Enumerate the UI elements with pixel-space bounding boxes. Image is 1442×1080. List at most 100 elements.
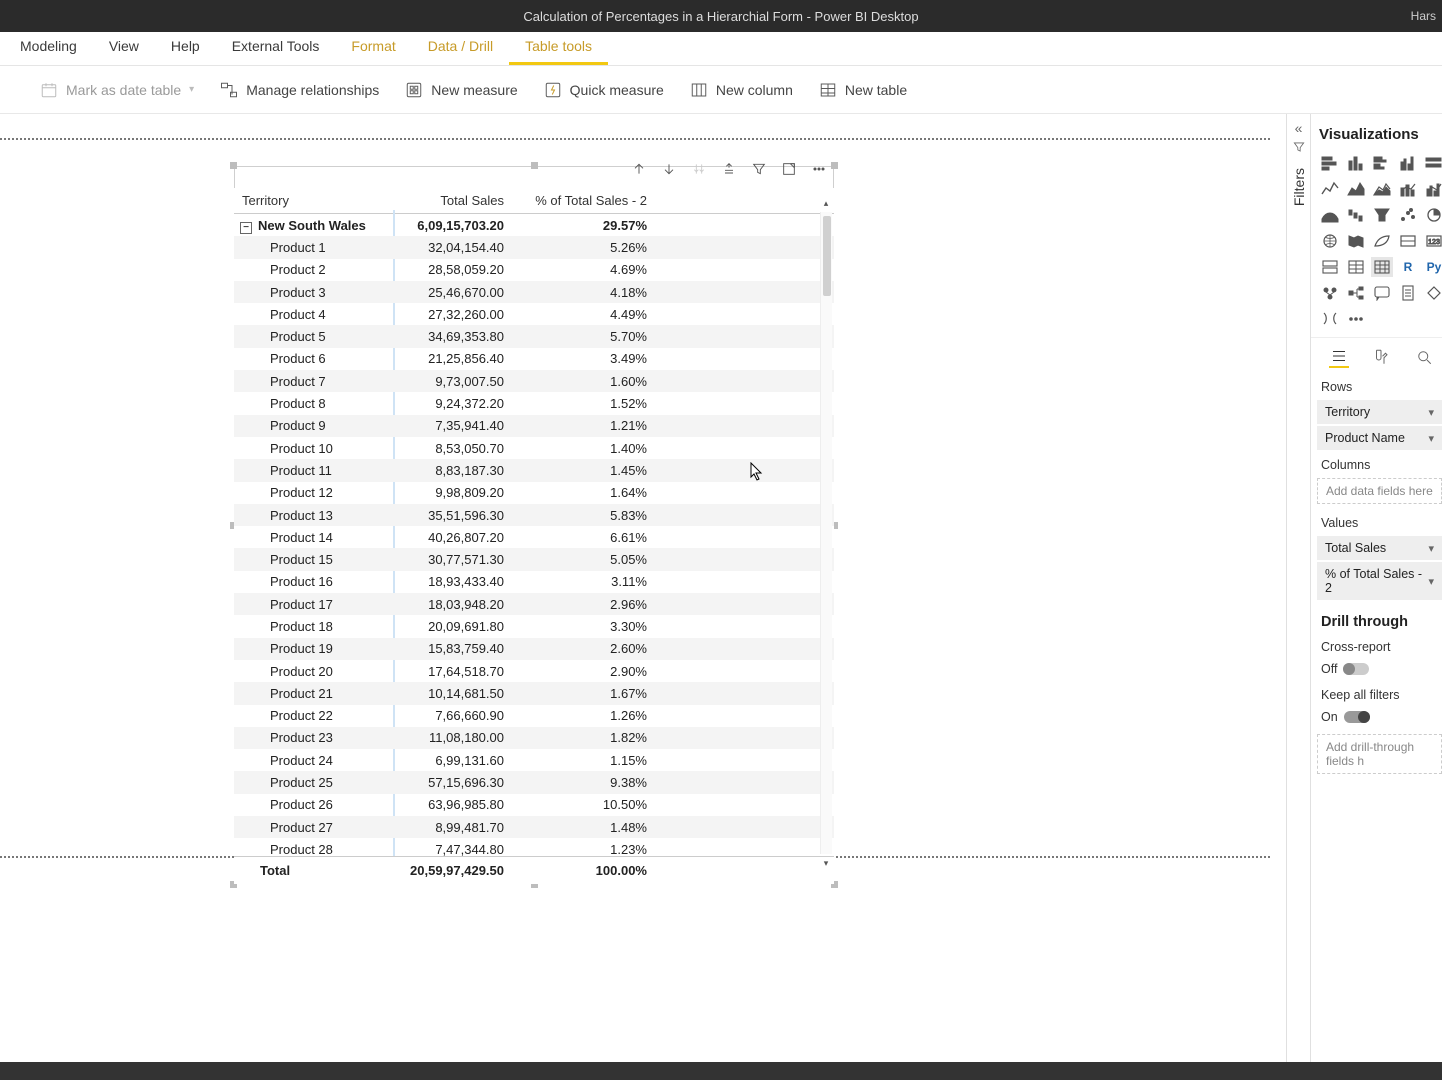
line-stacked-column-icon[interactable] [1397,179,1419,199]
r-visual-icon[interactable]: R [1397,257,1419,277]
more-options-icon[interactable] [810,160,828,178]
values-field-pct[interactable]: % of Total Sales - 2▾ [1317,562,1442,600]
matrix-data-row[interactable]: Product 227,66,660.901.26% [234,705,834,727]
matrix-data-row[interactable]: Product 118,83,187.301.45% [234,459,834,481]
matrix-data-row[interactable]: Product 287,47,344.801.23% [234,838,834,856]
matrix-data-row[interactable]: Product 89,24,372.201.52% [234,392,834,414]
focus-mode-icon[interactable] [780,160,798,178]
funnel-icon[interactable] [1371,205,1393,225]
power-apps-icon[interactable] [1423,283,1442,303]
stacked-column-icon[interactable] [1345,153,1367,173]
clustered-bar-icon[interactable] [1371,153,1393,173]
toggle-switch[interactable] [1343,663,1369,675]
matrix-data-row[interactable]: Product 325,46,670.004.18% [234,281,834,303]
matrix-data-row[interactable]: Product 132,04,154.405.26% [234,236,834,258]
area-chart-icon[interactable] [1345,179,1367,199]
table-visual-icon[interactable] [1345,257,1367,277]
drill-down-icon[interactable] [660,160,678,178]
matrix-data-row[interactable]: Product 1530,77,571.305.05% [234,548,834,570]
matrix-group-row[interactable]: −New South Wales6,09,15,703.2029.57% [234,214,834,236]
keep-all-filters-toggle[interactable]: On [1311,706,1442,732]
hundred-stacked-bar-icon[interactable] [1423,153,1442,173]
matrix-data-row[interactable]: Product 1335,51,596.305.83% [234,504,834,526]
matrix-visual[interactable]: Territory Total Sales % of Total Sales -… [234,166,834,884]
scroll-down-icon[interactable]: ▾ [821,858,831,868]
chevron-down-icon[interactable]: ▾ [1428,542,1434,555]
matrix-data-row[interactable]: Product 1618,93,433.403.11% [234,571,834,593]
map-icon[interactable] [1319,231,1341,251]
matrix-data-row[interactable]: Product 97,35,941.401.21% [234,415,834,437]
analytics-tab-icon[interactable] [1414,346,1434,368]
matrix-data-row[interactable]: Product 2311,08,180.001.82% [234,727,834,749]
resize-handle[interactable] [531,162,538,169]
report-canvas[interactable]: Territory Total Sales % of Total Sales -… [0,114,1292,1080]
card-icon[interactable]: 123 [1423,231,1442,251]
shape-map-icon[interactable] [1371,231,1393,251]
values-field-total-sales[interactable]: Total Sales▾ [1317,536,1442,560]
key-influencers-icon[interactable] [1319,283,1341,303]
scroll-up-icon[interactable]: ▴ [821,198,831,208]
line-clustered-column-icon[interactable] [1423,179,1442,199]
collapse-icon[interactable]: − [240,222,252,234]
cross-report-toggle[interactable]: Off [1311,658,1442,684]
gauge-icon[interactable] [1397,231,1419,251]
filters-pane-collapsed[interactable]: « Filters [1286,114,1310,1080]
drill-up-icon[interactable] [630,160,648,178]
col-header-pct[interactable]: % of Total Sales - 2 [512,193,657,208]
matrix-data-row[interactable]: Product 278,99,481.701.48% [234,816,834,838]
chevron-down-icon[interactable]: ▾ [1428,575,1434,588]
matrix-data-row[interactable]: Product 79,73,007.501.60% [234,370,834,392]
decomposition-tree-icon[interactable] [1345,283,1367,303]
filter-icon[interactable] [750,160,768,178]
matrix-data-row[interactable]: Product 228,58,059.204.69% [234,259,834,281]
fields-tab-icon[interactable] [1329,346,1349,368]
matrix-data-row[interactable]: Product 1820,09,691.803.30% [234,615,834,637]
tab-data-drill[interactable]: Data / Drill [412,30,509,65]
resize-handle[interactable] [831,162,838,169]
matrix-data-row[interactable]: Product 1440,26,807.206.61% [234,526,834,548]
get-more-visuals-icon[interactable] [1319,309,1341,329]
more-visuals-icon[interactable] [1345,309,1367,329]
matrix-data-row[interactable]: Product 1915,83,759.402.60% [234,638,834,660]
manage-relationships-button[interactable]: Manage relationships [220,81,379,99]
resize-handle[interactable] [230,162,237,169]
pie-chart-icon[interactable] [1423,205,1442,225]
mark-as-date-table-button[interactable]: Mark as date table ▾ [40,81,194,99]
new-column-button[interactable]: New column [690,81,793,99]
col-header-total-sales[interactable]: Total Sales [394,193,512,208]
matrix-data-row[interactable]: Product 534,69,353.805.70% [234,325,834,347]
quick-measure-button[interactable]: Quick measure [544,81,664,99]
tab-table-tools[interactable]: Table tools [509,30,608,65]
scroll-thumb[interactable] [823,216,831,296]
qa-visual-icon[interactable] [1371,283,1393,303]
tab-external-tools[interactable]: External Tools [216,30,336,65]
drill-through-placeholder[interactable]: Add drill-through fields h [1317,734,1442,774]
matrix-data-row[interactable]: Product 621,25,856.403.49% [234,348,834,370]
filled-map-icon[interactable] [1345,231,1367,251]
tab-view[interactable]: View [93,30,155,65]
col-header-territory[interactable]: Territory [234,193,394,208]
format-tab-icon[interactable] [1371,346,1391,368]
tab-help[interactable]: Help [155,30,216,65]
matrix-data-row[interactable]: Product 2663,96,985.8010.50% [234,794,834,816]
vertical-scrollbar[interactable]: ▴ ▾ [820,212,832,854]
chevron-down-icon[interactable]: ▾ [1428,406,1434,419]
matrix-data-row[interactable]: Product 2017,64,518.702.90% [234,660,834,682]
tab-format[interactable]: Format [335,30,411,65]
new-table-button[interactable]: New table [819,81,907,99]
python-visual-icon[interactable]: Py [1423,257,1442,277]
multi-row-card-icon[interactable] [1319,257,1341,277]
waterfall-icon[interactable] [1345,205,1367,225]
matrix-data-row[interactable]: Product 2557,15,696.309.38% [234,771,834,793]
matrix-data-row[interactable]: Product 2110,14,681.501.67% [234,682,834,704]
matrix-data-row[interactable]: Product 1718,03,948.202.96% [234,593,834,615]
matrix-data-row[interactable]: Product 129,98,809.201.64% [234,482,834,504]
scatter-icon[interactable] [1397,205,1419,225]
chevron-down-icon[interactable]: ▾ [1428,432,1434,445]
stacked-area-icon[interactable] [1371,179,1393,199]
paginated-report-icon[interactable] [1397,283,1419,303]
filters-label[interactable]: Filters [1291,168,1307,206]
rows-field-territory[interactable]: Territory▾ [1317,400,1442,424]
rows-field-product-name[interactable]: Product Name▾ [1317,426,1442,450]
new-measure-button[interactable]: New measure [405,81,517,99]
